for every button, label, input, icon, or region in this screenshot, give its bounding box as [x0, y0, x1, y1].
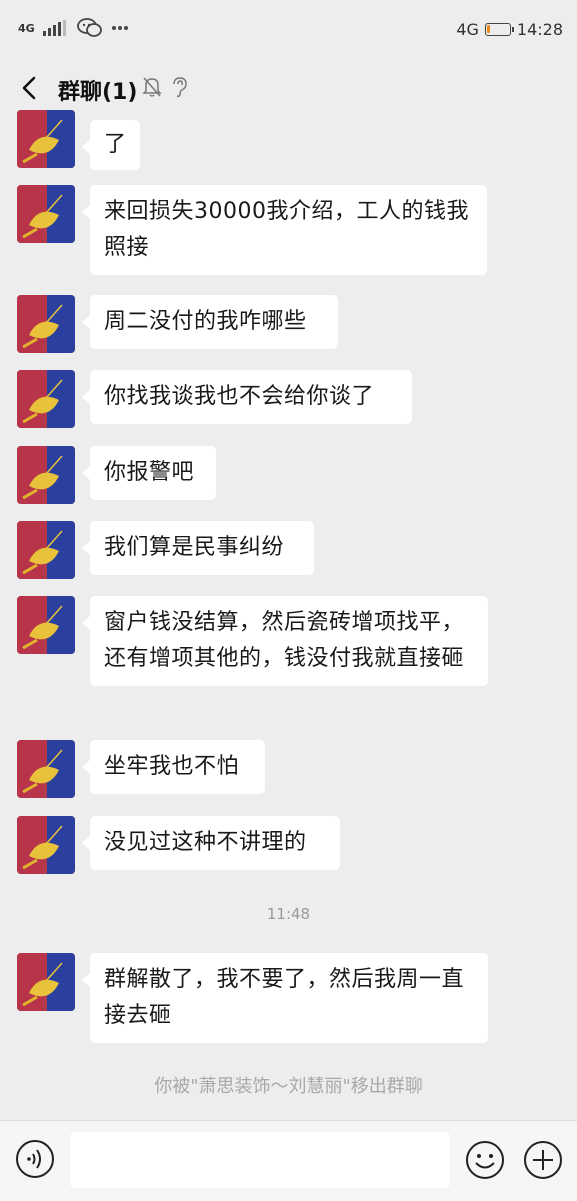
battery-icon: [484, 23, 514, 36]
chat-title[interactable]: 群聊(1): [58, 74, 137, 106]
avatar[interactable]: [17, 110, 75, 168]
network-type: 4G: [456, 20, 479, 39]
message-bubble[interactable]: 周二没付的我咋哪些: [82, 295, 338, 349]
plus-icon[interactable]: [522, 1139, 564, 1181]
avatar[interactable]: [17, 816, 75, 874]
status-bar: 4G 4G 14:28: [0, 0, 577, 60]
message-bubble[interactable]: 窗户钱没结算，然后瓷砖增项找平，还有增项其他的，钱没付我就直接砸: [82, 596, 488, 686]
avatar[interactable]: [17, 521, 75, 579]
avatar[interactable]: [17, 185, 75, 243]
timestamp: 11:48: [266, 905, 311, 923]
back-icon[interactable]: [16, 72, 46, 104]
wechat-icon: [76, 18, 102, 37]
message-bubble[interactable]: 你找我谈我也不会给你谈了: [82, 370, 412, 424]
message-input[interactable]: [70, 1132, 450, 1188]
signal-icon: [42, 20, 66, 36]
system-notice: 你被"萧思装饰～刘慧丽"移出群聊: [154, 1076, 423, 1097]
avatar[interactable]: [17, 740, 75, 798]
network-indicator: 4G: [18, 21, 35, 35]
clock: 14:28: [516, 20, 563, 39]
message-bubble[interactable]: 了: [82, 120, 140, 170]
emoji-icon[interactable]: [464, 1139, 506, 1181]
message-bubble[interactable]: 来回损失30000我介绍，工人的钱我照接: [82, 185, 487, 275]
voice-icon[interactable]: [15, 1139, 55, 1179]
chat-header: 群聊(1): [0, 60, 577, 116]
message-bubble[interactable]: 没见过这种不讲理的: [82, 816, 340, 870]
message-bubble[interactable]: 群解散了，我不要了，然后我周一直接去砸: [82, 953, 488, 1043]
avatar[interactable]: [17, 446, 75, 504]
status-left: 4G: [18, 18, 129, 38]
message-bubble[interactable]: 我们算是民事纠纷: [82, 521, 314, 575]
more-icon: [111, 26, 128, 30]
bell-off-icon: [142, 77, 162, 97]
status-right: 4G 14:28: [456, 20, 563, 39]
avatar[interactable]: [17, 370, 75, 428]
avatar[interactable]: [17, 596, 75, 654]
message-bubble[interactable]: 你报警吧: [82, 446, 216, 500]
ear-icon: [173, 77, 187, 97]
input-bar: [0, 1120, 577, 1201]
message-bubble[interactable]: 坐牢我也不怕: [82, 740, 265, 794]
avatar[interactable]: [17, 295, 75, 353]
avatar[interactable]: [17, 953, 75, 1011]
